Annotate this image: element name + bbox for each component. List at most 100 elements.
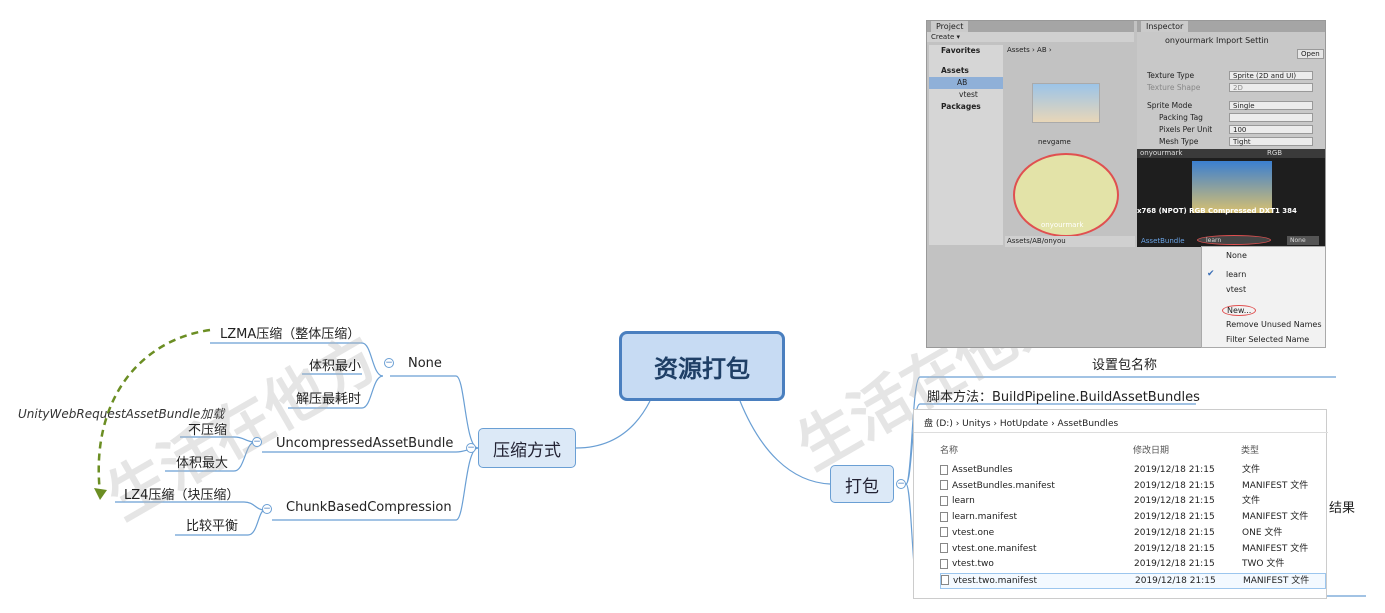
path-bar: Assets/AB/onyou bbox=[1005, 236, 1135, 247]
prop-value-0[interactable]: Sprite (2D and UI) bbox=[1229, 71, 1313, 80]
edge-root-compression bbox=[575, 400, 651, 449]
asset-bundle-variant[interactable]: None bbox=[1287, 236, 1319, 245]
inspector-tab[interactable]: Inspector bbox=[1141, 21, 1189, 32]
file-icon bbox=[940, 558, 948, 569]
note-smallest: 体积最小 bbox=[309, 359, 362, 374]
option-chunk: ChunkBasedCompression bbox=[286, 500, 452, 515]
menu-item-none[interactable]: None bbox=[1226, 251, 1247, 260]
file-name: vtest.two bbox=[940, 557, 994, 571]
file-icon bbox=[940, 480, 948, 491]
file-type: MANIFEST 文件 bbox=[1242, 480, 1309, 491]
root-title: 资源打包 bbox=[654, 354, 750, 383]
file-date: 2019/12/18 21:15 bbox=[1134, 496, 1215, 507]
collapse-none-icon[interactable]: − bbox=[384, 358, 394, 368]
tree-assets[interactable]: Assets bbox=[929, 65, 1003, 77]
option-uncompressed: UncompressedAssetBundle bbox=[276, 436, 454, 451]
file-type: ONE 文件 bbox=[1242, 527, 1283, 538]
menu-item-remove-unused[interactable]: Remove Unused Names bbox=[1226, 320, 1321, 329]
root-node[interactable]: 资源打包 bbox=[619, 331, 785, 401]
file-date: 2019/12/18 21:15 bbox=[1134, 543, 1215, 554]
preview-image bbox=[1192, 161, 1272, 213]
file-row[interactable]: vtest.one 2019/12/18 21:15 ONE 文件 bbox=[940, 526, 1326, 540]
col-date[interactable]: 修改日期 bbox=[1133, 443, 1169, 456]
breadcrumb[interactable]: Assets › AB › bbox=[1007, 45, 1127, 55]
file-row[interactable]: AssetBundles.manifest 2019/12/18 21:15 MAN… bbox=[940, 479, 1326, 493]
prop-value-2[interactable]: Single bbox=[1229, 101, 1313, 110]
file-row[interactable]: AssetBundles 2019/12/18 21:15 文件 bbox=[940, 463, 1326, 477]
script-method-label: 脚本方法：BuildPipeline.BuildAssetBundles bbox=[927, 390, 1200, 405]
create-button[interactable]: Create ▾ bbox=[927, 32, 1134, 42]
menu-item-learn[interactable]: learn bbox=[1226, 270, 1246, 279]
collapse-pack-icon[interactable]: − bbox=[896, 479, 906, 489]
collapse-chunk-icon[interactable]: − bbox=[262, 504, 272, 514]
menu-item-vtest[interactable]: vtest bbox=[1226, 285, 1246, 294]
explorer-path[interactable]: 盘 (D:) › Unitys › HotUpdate › AssetBundl… bbox=[924, 416, 1118, 429]
col-name[interactable]: 名称 bbox=[940, 443, 958, 456]
inspector-panel: Inspector onyourmark Import Settin Open … bbox=[1137, 21, 1325, 247]
prop-label-2: Sprite Mode bbox=[1147, 101, 1193, 110]
file-icon bbox=[940, 511, 948, 522]
file-date: 2019/12/18 21:15 bbox=[1134, 465, 1215, 475]
prop-value-1[interactable]: 2D bbox=[1229, 83, 1313, 92]
asset-label-top: nevgame bbox=[1038, 138, 1071, 146]
file-type: MANIFEST 文件 bbox=[1242, 512, 1309, 523]
file-row[interactable]: vtest.two 2019/12/18 21:15 TWO 文件 bbox=[940, 557, 1326, 571]
project-tab[interactable]: Project bbox=[931, 21, 969, 32]
asset-bundle-dropdown[interactable]: learn bbox=[1197, 235, 1271, 245]
prop-label-5: Mesh Type bbox=[1159, 137, 1199, 146]
preview-area: onyourmark RGB x768 (NPOT) RGB Compresse… bbox=[1137, 149, 1325, 247]
collapse-uncompressed-icon[interactable]: − bbox=[252, 437, 262, 447]
file-date: 2019/12/18 21:15 bbox=[1134, 480, 1215, 491]
file-date: 2019/12/18 21:15 bbox=[1135, 575, 1216, 586]
tree-ab[interactable]: AB bbox=[929, 77, 1003, 89]
file-name: vtest.one.manifest bbox=[940, 542, 1037, 556]
file-explorer: 盘 (D:) › Unitys › HotUpdate › AssetBundl… bbox=[913, 409, 1328, 599]
file-row[interactable]: learn.manifest 2019/12/18 21:15 MANIFEST 文… bbox=[940, 510, 1326, 524]
menu-item-filter-selected[interactable]: Filter Selected Name bbox=[1226, 335, 1309, 344]
favorites-item[interactable]: Favorites bbox=[929, 45, 1003, 57]
file-name: vtest.one bbox=[940, 526, 994, 540]
project-panel: Project Create ▾ Favorites Assets AB vte… bbox=[927, 21, 1135, 247]
prop-value-4[interactable]: 100 bbox=[1229, 125, 1313, 134]
file-name: AssetBundles bbox=[940, 463, 1013, 477]
prop-label-1: Texture Shape bbox=[1147, 83, 1201, 92]
branch-compression[interactable]: 压缩方式 bbox=[478, 428, 576, 468]
asset-selected-label: onyourmark bbox=[1041, 221, 1084, 229]
asset-thumb-top[interactable] bbox=[1032, 83, 1100, 123]
file-name: learn.manifest bbox=[940, 510, 1017, 524]
menu-item-new[interactable]: New... bbox=[1222, 305, 1257, 316]
prop-value-5[interactable]: Tight bbox=[1229, 137, 1313, 146]
col-type[interactable]: 类型 bbox=[1241, 443, 1259, 456]
file-row[interactable]: vtest.two.manifest 2019/12/18 21:15 MANIFE… bbox=[940, 572, 1326, 589]
collapse-compression-icon[interactable]: − bbox=[466, 443, 476, 453]
preview-channels: RGB bbox=[1267, 149, 1283, 157]
branch-pack-label: 打包 bbox=[845, 476, 879, 497]
branch-pack[interactable]: 打包 bbox=[830, 465, 894, 503]
file-row[interactable]: vtest.one.manifest 2019/12/18 21:15 MANIFE… bbox=[940, 542, 1326, 556]
relation-arrow-head bbox=[94, 488, 107, 500]
file-date: 2019/12/18 21:15 bbox=[1134, 527, 1215, 538]
tree-packages[interactable]: Packages bbox=[929, 101, 1003, 113]
format-lzma: LZMA压缩（整体压缩） bbox=[220, 327, 361, 342]
file-icon bbox=[940, 495, 948, 506]
file-row[interactable]: learn 2019/12/18 21:15 文件 bbox=[940, 494, 1326, 508]
note-balanced: 比较平衡 bbox=[186, 519, 239, 534]
prop-label-4: Pixels Per Unit bbox=[1159, 125, 1213, 134]
note-slowest: 解压最耗时 bbox=[296, 392, 362, 407]
file-name: learn bbox=[940, 494, 975, 508]
format-lz4: LZ4压缩（块压缩） bbox=[124, 488, 240, 503]
edge-root-pack bbox=[739, 400, 831, 485]
file-icon bbox=[941, 575, 949, 586]
preview-title: onyourmark bbox=[1137, 149, 1325, 158]
note-largest: 体积最大 bbox=[176, 456, 229, 471]
prop-value-3[interactable] bbox=[1229, 113, 1313, 122]
open-button[interactable]: Open bbox=[1297, 49, 1324, 59]
tree-vtest[interactable]: vtest bbox=[929, 89, 1003, 101]
file-type: MANIFEST 文件 bbox=[1243, 575, 1310, 586]
check-icon: ✔ bbox=[1207, 269, 1215, 279]
asset-bundle-menu: None learn ✔ vtest New... Remove Unused … bbox=[1201, 246, 1326, 348]
branch-compression-label: 压缩方式 bbox=[493, 440, 561, 461]
file-icon bbox=[940, 464, 948, 475]
preview-info: x768 (NPOT) RGB Compressed DXT1 384 bbox=[1137, 207, 1297, 215]
file-name: AssetBundles.manifest bbox=[940, 479, 1055, 493]
